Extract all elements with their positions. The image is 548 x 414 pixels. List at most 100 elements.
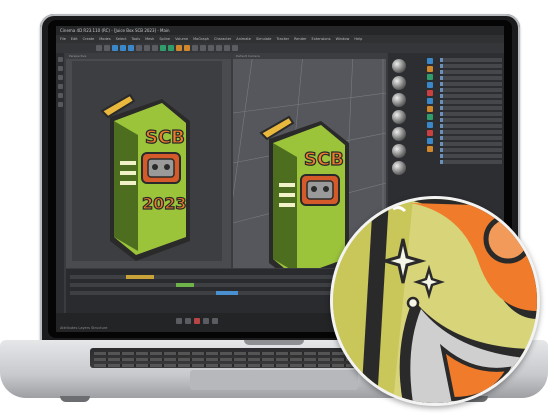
polygons-mode-icon[interactable]	[57, 84, 63, 89]
material-ball-6[interactable]	[392, 144, 406, 158]
viewport-left[interactable]: Perspective SCB 2023	[66, 53, 231, 268]
deformer-icon[interactable]	[208, 45, 214, 51]
object-icon[interactable]	[427, 66, 433, 72]
menu-item-modes[interactable]: Modes	[99, 37, 110, 41]
play-icon[interactable]	[176, 318, 182, 324]
menu-item-spline[interactable]: Spline	[159, 37, 170, 41]
tree-row[interactable]	[440, 118, 502, 122]
object-icon[interactable]	[427, 130, 433, 136]
artwork-text-bottom: 2023	[142, 194, 187, 213]
tree-row[interactable]	[440, 88, 502, 92]
tree-row[interactable]	[440, 70, 502, 74]
keyframe-track[interactable]	[176, 283, 194, 287]
undo-icon[interactable]	[96, 45, 102, 51]
menu-item-select[interactable]: Select	[116, 37, 127, 41]
cube-icon[interactable]	[176, 45, 182, 51]
subdivide-icon[interactable]	[192, 45, 198, 51]
tree-row[interactable]	[440, 82, 502, 86]
tree-row[interactable]	[440, 148, 502, 152]
window-title: Cinema 4D R23.110 (RC) - [Juice Box SCB …	[56, 26, 504, 35]
menu-item-extensions[interactable]: Extensions	[312, 37, 331, 41]
object-icon[interactable]	[427, 122, 433, 128]
menu-item-mesh[interactable]: Mesh	[145, 37, 154, 41]
menu-item-create[interactable]: Create	[83, 37, 95, 41]
menu-item-render[interactable]: Render	[294, 37, 306, 41]
tree-row[interactable]	[440, 154, 502, 158]
object-icon[interactable]	[427, 74, 433, 80]
object-icon[interactable]	[427, 146, 433, 152]
gear-icon[interactable]	[212, 318, 218, 324]
main-toolbar	[56, 43, 504, 53]
menu-item-help[interactable]: Help	[354, 37, 362, 41]
object-icon[interactable]	[427, 106, 433, 112]
object-icon[interactable]	[427, 98, 433, 104]
keyframe-track[interactable]	[126, 275, 154, 279]
material-list	[388, 56, 422, 216]
material-ball-3[interactable]	[392, 93, 406, 107]
menu-item-volume[interactable]: Volume	[175, 37, 188, 41]
search-icon[interactable]	[203, 318, 209, 324]
material-ball-1[interactable]	[392, 59, 406, 73]
axis-x-icon[interactable]	[136, 45, 142, 51]
timeline-row	[70, 275, 370, 279]
points-mode-icon[interactable]	[57, 66, 63, 71]
viewport-left-label: Perspective	[66, 53, 231, 59]
lid-notch	[244, 340, 304, 345]
render-icon[interactable]	[160, 45, 166, 51]
menu-item-tracker[interactable]: Tracker	[276, 37, 289, 41]
move-icon[interactable]	[112, 45, 118, 51]
tree-row[interactable]	[440, 124, 502, 128]
menu-item-file[interactable]: File	[60, 37, 66, 41]
object-icon[interactable]	[427, 90, 433, 96]
tree-row[interactable]	[440, 106, 502, 110]
menu-item-character[interactable]: Character	[214, 37, 231, 41]
object-icon[interactable]	[427, 138, 433, 144]
object-icon[interactable]	[427, 58, 433, 64]
axis-y-icon[interactable]	[144, 45, 150, 51]
viewport-right-label: Default Camera	[233, 53, 386, 59]
keyframe-track[interactable]	[216, 291, 238, 295]
menu-item-animate[interactable]: Animate	[236, 37, 251, 41]
menu-item-mograph[interactable]: MoGraph	[193, 37, 209, 41]
tree-row[interactable]	[440, 94, 502, 98]
floor-icon[interactable]	[216, 45, 222, 51]
tree-row[interactable]	[440, 64, 502, 68]
tree-row[interactable]	[440, 160, 502, 164]
scale-icon[interactable]	[120, 45, 126, 51]
tree-row[interactable]	[440, 130, 502, 134]
rotate-icon[interactable]	[128, 45, 134, 51]
tree-row[interactable]	[440, 100, 502, 104]
menu-item-simulate[interactable]: Simulate	[256, 37, 271, 41]
edges-mode-icon[interactable]	[57, 75, 63, 80]
tree-row[interactable]	[440, 58, 502, 62]
menu-bar: File Edit Create Modes Select Tools Mesh…	[56, 35, 504, 43]
model-mode-icon[interactable]	[57, 57, 63, 62]
material-ball-5[interactable]	[392, 127, 406, 141]
camera-icon[interactable]	[224, 45, 230, 51]
axis-z-icon[interactable]	[152, 45, 158, 51]
redo-icon[interactable]	[104, 45, 110, 51]
status-text: Attributes Layers Structure	[60, 326, 108, 330]
material-ball-7[interactable]	[392, 161, 406, 175]
menu-item-tools[interactable]: Tools	[131, 37, 140, 41]
render-view-icon[interactable]	[168, 45, 174, 51]
workplane-icon[interactable]	[57, 102, 63, 107]
menu-item-edit[interactable]: Edit	[71, 37, 78, 41]
record-icon[interactable]	[194, 318, 200, 324]
material-ball-2[interactable]	[392, 76, 406, 90]
tree-row[interactable]	[440, 76, 502, 80]
light-icon[interactable]	[232, 45, 238, 51]
laptop-foot	[60, 396, 90, 402]
menu-item-window[interactable]: Window	[336, 37, 350, 41]
object-icon[interactable]	[427, 82, 433, 88]
pen-icon[interactable]	[184, 45, 190, 51]
tree-row[interactable]	[440, 112, 502, 116]
object-icon[interactable]	[427, 114, 433, 120]
closeup-artwork	[333, 199, 537, 403]
material-ball-4[interactable]	[392, 110, 406, 124]
tree-row[interactable]	[440, 142, 502, 146]
tree-row[interactable]	[440, 136, 502, 140]
snap-icon[interactable]	[57, 93, 63, 98]
array-icon[interactable]	[200, 45, 206, 51]
pause-icon[interactable]	[185, 318, 191, 324]
